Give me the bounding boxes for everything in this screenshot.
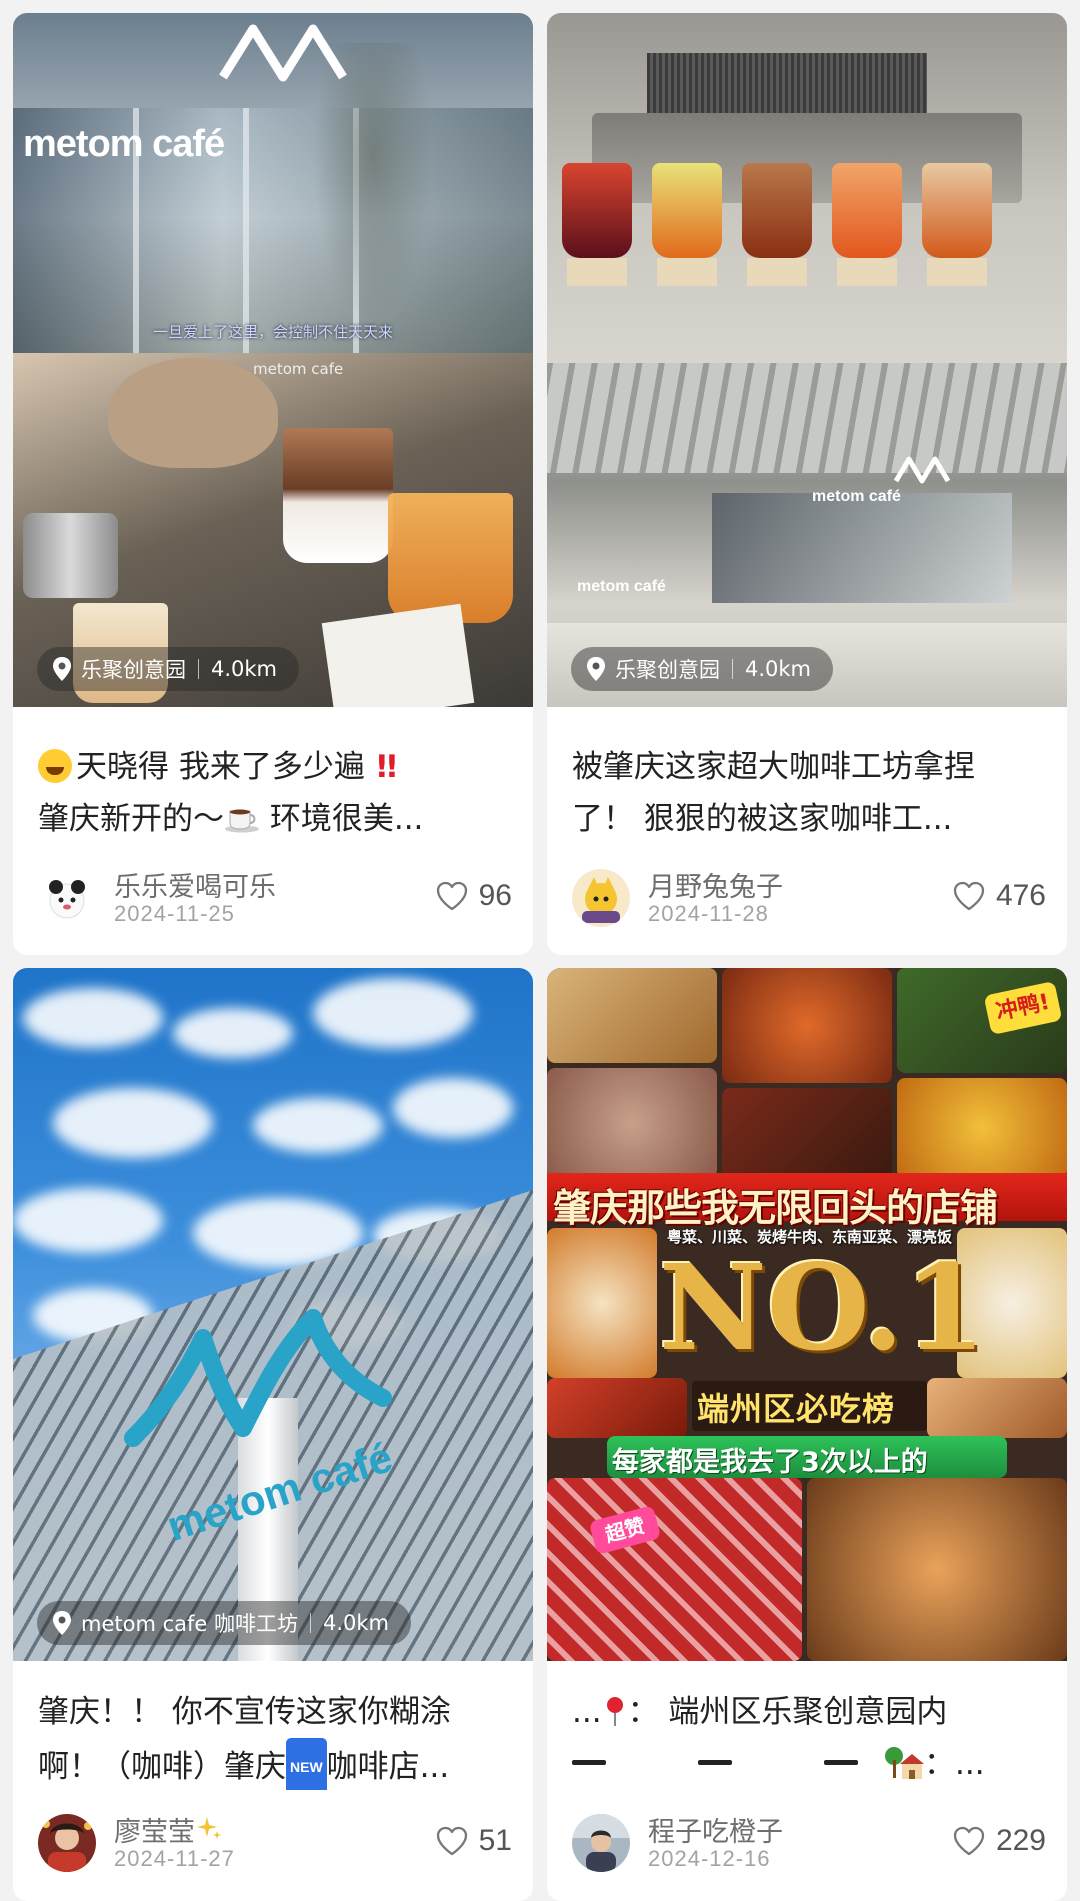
cover-rank-text: NO.1 bbox=[659, 1238, 986, 1377]
coffee-emoji-icon bbox=[225, 809, 259, 833]
location-pin-icon bbox=[587, 657, 605, 681]
house-emoji-icon bbox=[885, 1747, 924, 1779]
avatar[interactable] bbox=[572, 1814, 630, 1872]
heart-icon bbox=[436, 1826, 467, 1856]
post-date: 2024-11-25 bbox=[114, 901, 235, 926]
note-title[interactable]: 被肇庆这家超大咖啡工坊拿捏 了！ 狠狠的被这家咖啡工... bbox=[572, 741, 1052, 845]
like-button[interactable]: 476 bbox=[952, 879, 1046, 913]
cafe-sign-text: metom café bbox=[812, 488, 901, 505]
location-distance: 4.0km bbox=[211, 657, 278, 681]
metom-logo-icon bbox=[124, 1309, 392, 1447]
note-card[interactable]: metom café metom café 乐聚创意园 4.0km 被肇庆这家超… bbox=[547, 13, 1067, 955]
divider-dash bbox=[824, 1760, 858, 1765]
location-distance: 4.0km bbox=[745, 657, 812, 681]
metom-logo-icon bbox=[219, 24, 347, 82]
like-count: 229 bbox=[995, 1824, 1046, 1857]
location-distance: 4.0km bbox=[323, 1611, 390, 1635]
note-feed: metom café 一旦爱上了这里，会控制不住天天来 metom cafe 乐… bbox=[0, 0, 1080, 1901]
location-tag[interactable]: metom cafe 咖啡工坊 4.0km bbox=[37, 1601, 412, 1645]
post-date: 2024-12-16 bbox=[648, 1846, 771, 1871]
author-row[interactable]: 月野兔兔子 2024-11-28 476 bbox=[572, 863, 1052, 933]
location-tag[interactable]: 乐聚创意园 4.0km bbox=[571, 647, 834, 691]
like-button[interactable]: 51 bbox=[435, 1824, 512, 1858]
author-name[interactable]: 程子吃橙子 bbox=[648, 1810, 783, 1849]
location-name: 乐聚创意园 bbox=[615, 658, 720, 682]
like-count: 476 bbox=[995, 879, 1046, 912]
avatar[interactable] bbox=[38, 869, 96, 927]
post-date: 2024-11-28 bbox=[648, 901, 769, 926]
heart-icon bbox=[436, 881, 467, 911]
location-divider bbox=[310, 1613, 311, 1633]
note-title[interactable]: 天晓得 我来了多少遍 !! 肇庆新开的～ 环境很美... bbox=[38, 741, 518, 845]
metom-logo-icon bbox=[893, 456, 951, 484]
like-button[interactable]: 229 bbox=[952, 1824, 1046, 1858]
author-name[interactable]: 廖莹莹 bbox=[114, 1810, 223, 1849]
cover-caption: 一旦爱上了这里，会控制不住天天来 bbox=[153, 323, 394, 341]
location-name: metom cafe 咖啡工坊 bbox=[81, 1612, 298, 1636]
location-divider bbox=[198, 659, 199, 679]
note-card[interactable]: metom café 一旦爱上了这里，会控制不住天天来 metom cafe 乐… bbox=[13, 13, 533, 955]
note-cover-image[interactable]: 肇庆那些我无限回头的店铺 粤菜、川菜、炭烤牛肉、东南亚菜、漂亮饭 NO.1 端州… bbox=[547, 968, 1067, 1661]
heart-icon bbox=[953, 1826, 985, 1856]
like-count: 96 bbox=[478, 879, 512, 912]
note-card[interactable]: 肇庆那些我无限回头的店铺 粤菜、川菜、炭烤牛肉、东南亚菜、漂亮饭 NO.1 端州… bbox=[547, 968, 1067, 1901]
location-pin-icon bbox=[53, 657, 71, 681]
cafe-sign-text: metom café bbox=[577, 578, 666, 595]
location-tag[interactable]: 乐聚创意园 4.0km bbox=[37, 647, 300, 691]
avatar[interactable] bbox=[38, 1814, 96, 1872]
pin-emoji-icon bbox=[606, 1697, 623, 1726]
sparkles-icon bbox=[197, 1817, 221, 1839]
note-cover-image[interactable]: metom café metom cafe 咖啡工坊 4.0km bbox=[13, 968, 533, 1661]
post-date: 2024-11-27 bbox=[114, 1846, 235, 1871]
author-row[interactable]: 程子吃橙子 2024-12-16 229 bbox=[572, 1808, 1052, 1878]
author-name[interactable]: 乐乐爱喝可乐 bbox=[114, 865, 276, 904]
note-card[interactable]: metom café metom cafe 咖啡工坊 4.0km 肇庆！！ 你不… bbox=[13, 968, 533, 1901]
like-count: 51 bbox=[478, 1824, 512, 1857]
divider-dash bbox=[698, 1760, 732, 1765]
note-title[interactable]: 肇庆！！ 你不宣传这家你糊涂 啊！（咖啡）肇庆 NEW 咖啡店... bbox=[38, 1686, 518, 1790]
double-exclamation-icon: !! bbox=[374, 749, 399, 785]
laugh-emoji-icon bbox=[38, 749, 72, 783]
note-cover-image[interactable]: metom café 一旦爱上了这里，会控制不住天天来 metom cafe 乐… bbox=[13, 13, 533, 707]
heart-icon bbox=[953, 881, 985, 911]
location-name: 乐聚创意园 bbox=[81, 658, 186, 682]
cover-ribbon-text: 每家都是我去了3次以上的 bbox=[612, 1447, 928, 1478]
new-badge-icon: NEW bbox=[286, 1738, 327, 1790]
cover-brand-text: metom cafe bbox=[253, 360, 344, 378]
cover-banner-text: 肇庆那些我无限回头的店铺 bbox=[553, 1186, 998, 1230]
like-button[interactable]: 96 bbox=[435, 879, 512, 913]
note-title[interactable]: ... ： 端州区乐聚创意园内 ：... bbox=[572, 1686, 1052, 1790]
author-row[interactable]: 廖莹莹 2024-11-27 51 bbox=[38, 1808, 518, 1878]
note-cover-image[interactable]: metom café metom café 乐聚创意园 4.0km bbox=[547, 13, 1067, 707]
divider-dash bbox=[572, 1760, 606, 1765]
author-row[interactable]: 乐乐爱喝可乐 2024-11-25 96 bbox=[38, 863, 518, 933]
cafe-sign-text: metom café bbox=[23, 123, 225, 165]
author-name[interactable]: 月野兔兔子 bbox=[648, 865, 783, 904]
avatar[interactable] bbox=[572, 869, 630, 927]
cover-district-text: 端州区必吃榜 bbox=[697, 1390, 896, 1428]
location-pin-icon bbox=[53, 1611, 71, 1635]
location-divider bbox=[732, 659, 733, 679]
